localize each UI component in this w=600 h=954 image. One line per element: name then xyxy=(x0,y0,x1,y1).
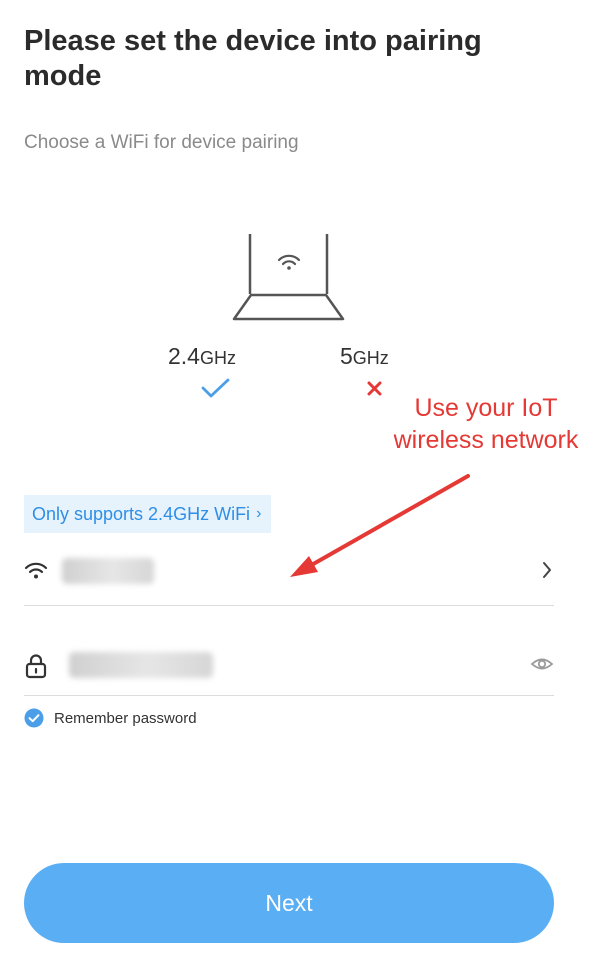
callout-line-2: wireless network xyxy=(393,426,579,454)
page-title: Please set the device into pairing mode xyxy=(24,25,482,92)
chevron-right-icon: › xyxy=(256,505,262,522)
next-button[interactable]: Next xyxy=(24,863,554,943)
support-tag-label: Only supports 2.4GHz WiFi xyxy=(32,503,251,524)
router-icon xyxy=(232,234,345,321)
callout-line-1: Use your IoT xyxy=(414,394,558,422)
remember-password-label: Remember password xyxy=(54,709,197,727)
band-2-4-value: 2.4 xyxy=(168,343,200,369)
checkbox-checked-icon[interactable] xyxy=(24,708,44,728)
callout-annotation: Use your IoT wireless network xyxy=(372,392,600,456)
support-tag[interactable]: Only supports 2.4GHz WiFi › xyxy=(24,495,272,533)
band-5-unit: GHz xyxy=(352,348,389,368)
page-subtitle: Choose a WiFi for device pairing xyxy=(24,132,299,153)
wifi-icon xyxy=(24,562,48,579)
password-input[interactable]: •••••••••• xyxy=(69,652,213,678)
band-2-4-unit: GHz xyxy=(199,348,236,368)
wifi-select-row[interactable]: ••••• xyxy=(24,544,554,606)
band-5ghz: 5GHz xyxy=(340,343,389,370)
band-2-4ghz: 2.4GHz xyxy=(168,343,236,370)
eye-icon[interactable] xyxy=(530,655,554,673)
router-illustration xyxy=(201,234,382,398)
lock-icon xyxy=(25,654,47,679)
password-row[interactable]: •••••••••• xyxy=(24,634,554,696)
chevron-right-icon xyxy=(543,562,551,578)
remember-password[interactable]: Remember password xyxy=(24,708,197,728)
band-5-value: 5 xyxy=(340,343,353,369)
wifi-ssid-value: ••••• xyxy=(62,558,154,584)
router-wifi-icon xyxy=(277,254,301,270)
check-icon xyxy=(201,378,230,398)
